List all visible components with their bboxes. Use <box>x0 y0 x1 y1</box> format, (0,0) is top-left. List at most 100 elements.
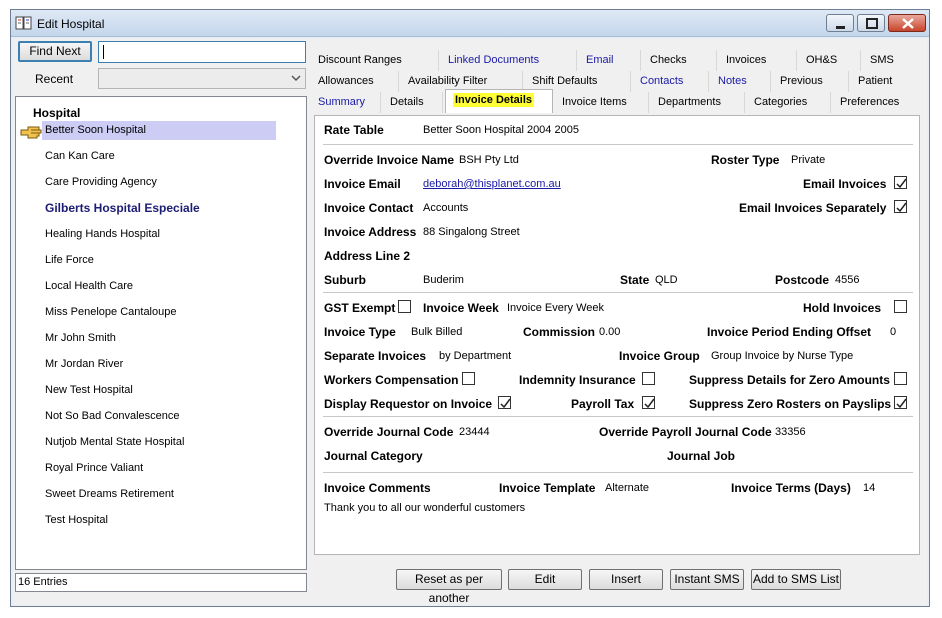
invoice-terms-label: Invoice Terms (Days) <box>731 481 851 495</box>
invoice-template-value[interactable]: Alternate <box>605 482 649 494</box>
invoice-comments-label: Invoice Comments <box>324 481 431 495</box>
list-item[interactable]: Not So Bad Convalescence <box>42 407 276 426</box>
roster-type-value[interactable]: Private <box>791 154 825 166</box>
close-button[interactable] <box>888 14 926 32</box>
checkmark-icon <box>896 398 907 409</box>
invoice-address-value[interactable]: 88 Singalong Street <box>423 226 520 238</box>
postcode-label: Postcode <box>775 273 830 287</box>
invoice-contact-value[interactable]: Accounts <box>423 202 468 214</box>
tab-preferences[interactable]: Preferences <box>833 92 925 113</box>
period-offset-value[interactable]: 0 <box>890 326 896 338</box>
list-item[interactable]: Better Soon Hospital <box>42 121 276 140</box>
insert-button[interactable]: Insert <box>589 569 663 590</box>
list-item[interactable]: Nutjob Mental State Hospital <box>42 433 276 452</box>
invoice-email-link[interactable]: deborah@thisplanet.com.au <box>423 178 561 190</box>
separate-invoices-value[interactable]: by Department <box>439 350 511 362</box>
commission-value[interactable]: 0.00 <box>599 326 620 338</box>
suppress-details-checkbox[interactable] <box>894 372 907 385</box>
tab-discount-ranges[interactable]: Discount Ranges <box>311 50 439 71</box>
tab-checks[interactable]: Checks <box>643 50 717 71</box>
tab-invoice-items[interactable]: Invoice Items <box>555 92 649 113</box>
minimize-icon <box>836 26 845 29</box>
gst-exempt-checkbox[interactable] <box>398 300 411 313</box>
window-client: Find Next Recent Hospital Better Soon Ho… <box>13 39 927 605</box>
invoice-group-value[interactable]: Group Invoice by Nurse Type <box>711 350 853 362</box>
state-value[interactable]: QLD <box>655 274 678 286</box>
invoice-terms-value[interactable]: 14 <box>863 482 875 494</box>
edit-button[interactable]: Edit <box>508 569 582 590</box>
journal-code-value[interactable]: 23444 <box>459 426 490 438</box>
find-next-button[interactable]: Find Next <box>18 41 92 62</box>
add-to-sms-list-button[interactable]: Add to SMS List <box>751 569 841 590</box>
tab-ohs[interactable]: OH&S <box>799 50 861 71</box>
chevron-down-icon <box>291 75 301 82</box>
separate-invoices-label: Separate Invoices <box>324 349 427 363</box>
tab-departments[interactable]: Departments <box>651 92 745 113</box>
display-requestor-checkbox[interactable] <box>498 396 511 409</box>
suppress-rosters-checkbox[interactable] <box>894 396 907 409</box>
list-item[interactable]: Miss Penelope Cantaloupe <box>42 303 276 322</box>
tab-previous[interactable]: Previous <box>773 71 849 92</box>
payroll-tax-label: Payroll Tax <box>571 397 635 411</box>
tab-summary[interactable]: Summary <box>311 92 381 113</box>
tab-sms[interactable]: SMS <box>863 50 925 71</box>
state-label: State <box>620 273 650 287</box>
suburb-value[interactable]: Buderim <box>423 274 464 286</box>
tab-categories[interactable]: Categories <box>747 92 831 113</box>
list-item[interactable]: Life Force <box>42 251 276 270</box>
tab-invoices[interactable]: Invoices <box>719 50 797 71</box>
indemnity-label: Indemnity Insurance <box>519 373 636 387</box>
checkmark-icon <box>896 202 907 213</box>
maximize-button[interactable] <box>857 14 885 32</box>
workers-comp-checkbox[interactable] <box>462 372 475 385</box>
email-separately-checkbox[interactable] <box>894 200 907 213</box>
checkmark-icon <box>500 398 511 409</box>
hold-invoices-checkbox[interactable] <box>894 300 907 313</box>
tab-email[interactable]: Email <box>579 50 641 71</box>
invoice-email-label: Invoice Email <box>324 177 401 191</box>
list-item[interactable]: Mr John Smith <box>42 329 276 348</box>
list-item[interactable]: Royal Prince Valiant <box>42 459 276 478</box>
tab-linked-documents[interactable]: Linked Documents <box>441 50 577 71</box>
hospital-list[interactable]: Hospital Better Soon Hospital Can Kan Ca… <box>15 96 307 570</box>
tab-patient[interactable]: Patient <box>851 71 925 92</box>
tab-contacts[interactable]: Contacts <box>633 71 709 92</box>
search-input[interactable] <box>98 41 306 63</box>
divider <box>323 416 913 417</box>
divider <box>323 472 913 473</box>
tab-details[interactable]: Details <box>383 92 443 113</box>
close-icon <box>902 18 914 29</box>
invoice-type-value[interactable]: Bulk Billed <box>411 326 462 338</box>
instant-sms-button[interactable]: Instant SMS <box>670 569 744 590</box>
list-item[interactable]: Care Providing Agency <box>42 173 276 192</box>
tab-invoice-details[interactable]: Invoice Details <box>445 89 553 113</box>
postcode-value[interactable]: 4556 <box>835 274 859 286</box>
list-item[interactable]: Healing Hands Hospital <box>42 225 276 244</box>
list-item[interactable]: Local Health Care <box>42 277 276 296</box>
tab-notes[interactable]: Notes <box>711 71 771 92</box>
rate-table-value[interactable]: Better Soon Hospital 2004 2005 <box>423 124 579 136</box>
invoice-comments-value[interactable]: Thank you to all our wonderful customers <box>324 502 525 514</box>
reset-as-per-another-button[interactable]: Reset as per another <box>396 569 502 605</box>
payroll-journal-value[interactable]: 33356 <box>775 426 806 438</box>
email-invoices-checkbox[interactable] <box>894 176 907 189</box>
list-item[interactable]: Sweet Dreams Retirement <box>42 485 276 504</box>
override-invoice-name-value[interactable]: BSH Pty Ltd <box>459 154 519 166</box>
minimize-button[interactable] <box>826 14 854 32</box>
payroll-tax-checkbox[interactable] <box>642 396 655 409</box>
edit-hospital-window: Edit Hospital Find Next Recent Hospital <box>10 9 930 607</box>
invoice-week-value[interactable]: Invoice Every Week <box>507 302 604 314</box>
list-item[interactable]: Gilberts Hospital Especiale <box>42 199 276 218</box>
hospital-book-icon <box>15 16 32 30</box>
list-item[interactable]: Mr Jordan River <box>42 355 276 374</box>
recent-dropdown[interactable] <box>98 68 306 89</box>
list-item[interactable]: Can Kan Care <box>42 147 276 166</box>
hold-invoices-label: Hold Invoices <box>803 301 882 315</box>
tab-allowances[interactable]: Allowances <box>311 71 399 92</box>
list-item[interactable]: New Test Hospital <box>42 381 276 400</box>
list-item[interactable]: Test Hospital <box>42 511 276 530</box>
maximize-icon <box>866 18 878 29</box>
checkmark-icon <box>644 398 655 409</box>
indemnity-checkbox[interactable] <box>642 372 655 385</box>
payroll-journal-label: Override Payroll Journal Code <box>599 425 772 439</box>
